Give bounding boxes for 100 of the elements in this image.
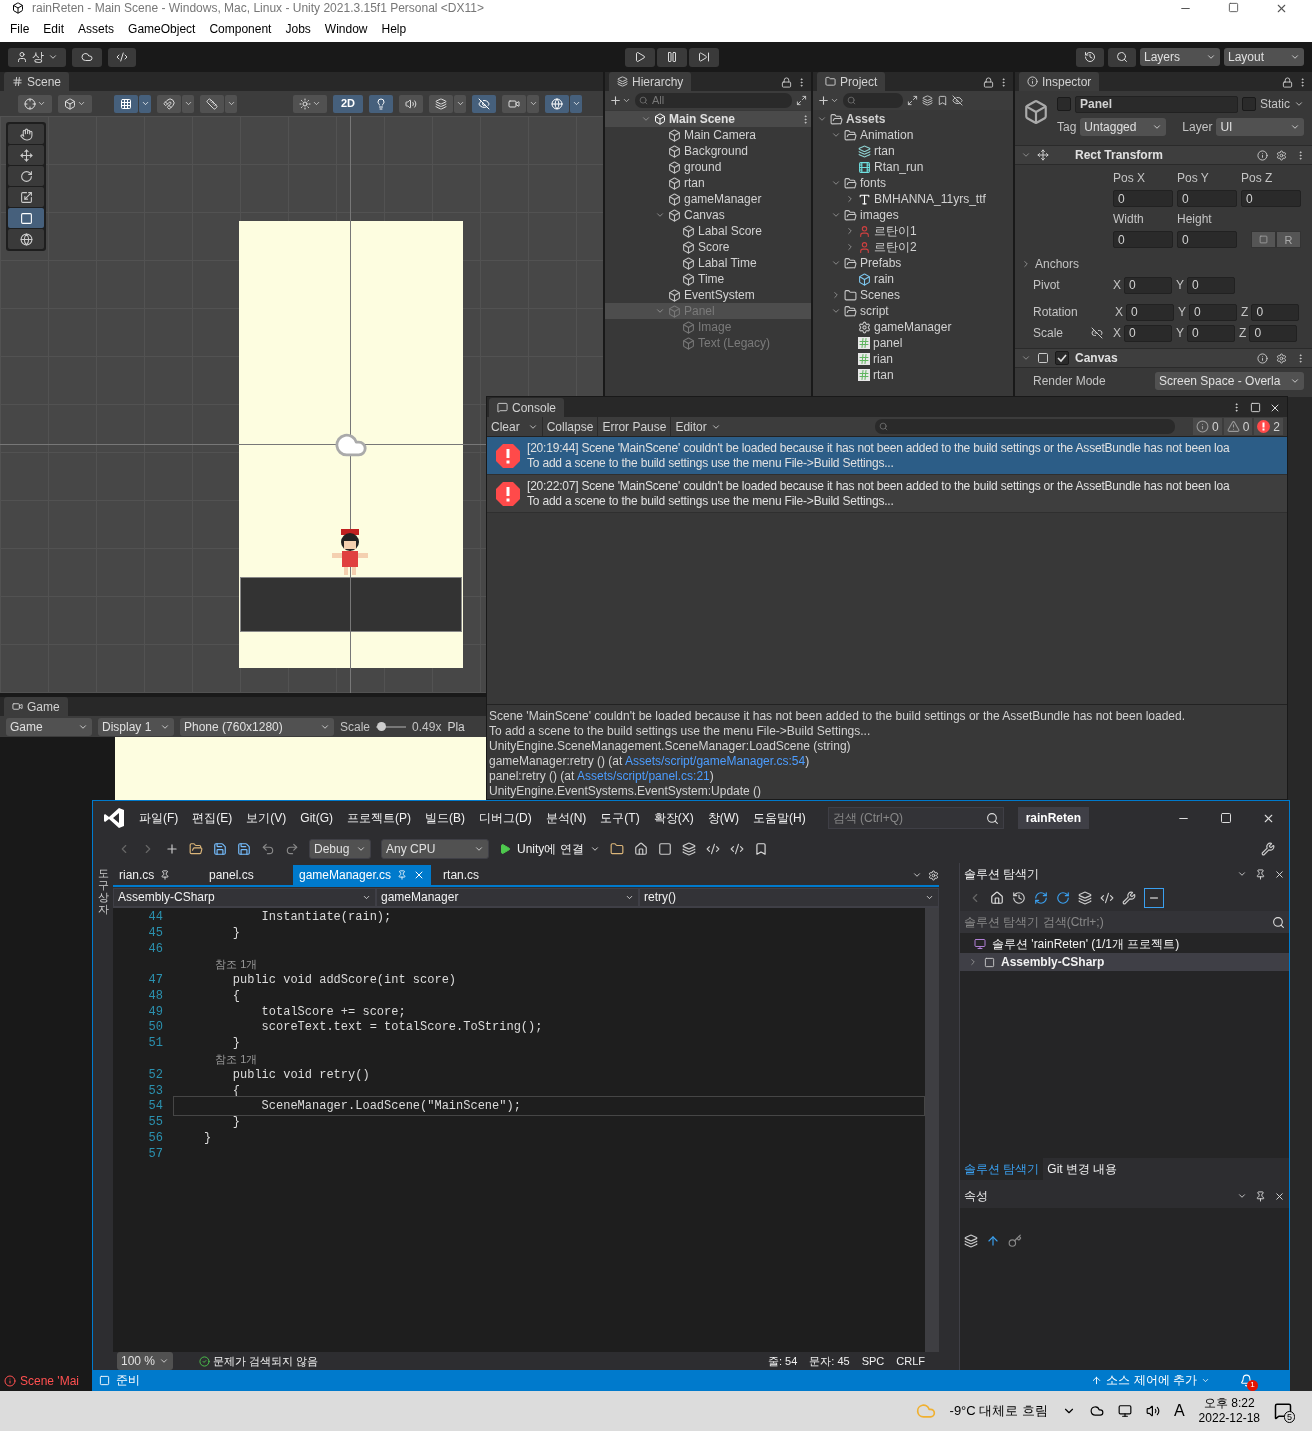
number-field[interactable]: 0 (1113, 231, 1173, 248)
project-item[interactable]: rian (813, 351, 1013, 367)
2d-toggle[interactable]: 2D (333, 94, 363, 113)
scene-tab[interactable]: Scene (4, 72, 70, 91)
toolbox-tab[interactable]: 도구 상자 (97, 867, 109, 916)
component-header[interactable]: Rect Transform (1015, 145, 1312, 165)
project-item[interactable]: panel (813, 335, 1013, 351)
number-field[interactable]: 0 (1251, 303, 1300, 321)
document-tab[interactable]: rian.cs (113, 865, 197, 885)
menu-item[interactable]: Assets (78, 20, 115, 38)
error-pause-button[interactable]: Error Pause (597, 417, 671, 436)
codelens-references[interactable]: 참조 1개 (173, 1050, 258, 1068)
navigation-dropdown[interactable]: retry() (639, 887, 939, 907)
project-item[interactable]: BMHANNA_11yrs_ttf (813, 191, 1013, 207)
clock-time[interactable]: 오후 8:22 (1203, 1396, 1255, 1411)
layer-dropdown[interactable]: UI (1216, 118, 1304, 136)
project-item[interactable]: 르탄이1 (813, 223, 1013, 239)
render-mode-dropdown[interactable]: Screen Space - Overla (1155, 372, 1304, 390)
hierarchy-item[interactable]: Main Camera (605, 127, 811, 143)
project-item[interactable]: rtan (813, 367, 1013, 383)
project-item[interactable]: Scenes (813, 287, 1013, 303)
project-item[interactable]: script (813, 303, 1013, 319)
menu-item[interactable]: 보기(V) (246, 809, 287, 827)
number-field[interactable]: 0 (1187, 324, 1236, 342)
menu-item[interactable]: Component (209, 20, 272, 38)
navigation-dropdown[interactable]: gameManager (376, 887, 639, 907)
component-header[interactable]: Canvas (1015, 348, 1312, 368)
solution-node[interactable]: 솔루션 'rainReten' (1/1개 프로젝트) (960, 935, 1289, 953)
menu-item[interactable]: 파일(F) (139, 809, 179, 827)
project-item[interactable]: Animation (813, 127, 1013, 143)
project-tab[interactable]: Project (817, 72, 886, 91)
menu-item[interactable]: Window (324, 20, 368, 38)
menu-item[interactable]: 창(W) (707, 809, 739, 827)
menu-item[interactable]: Jobs (285, 20, 311, 38)
game-tab[interactable]: Game (4, 697, 68, 716)
console-tab[interactable]: Console (489, 398, 565, 417)
number-field[interactable]: 0 (1241, 190, 1301, 207)
number-field[interactable]: 0 (1187, 276, 1236, 294)
project-item[interactable]: Rtan_run (813, 159, 1013, 175)
source-link[interactable]: Assets/script/panel.cs:21 (577, 769, 710, 783)
project-item[interactable]: gameManager (813, 319, 1013, 335)
tag-dropdown[interactable]: Untagged (1080, 118, 1167, 136)
menu-item[interactable]: Help (381, 20, 407, 38)
number-field[interactable]: 0 (1249, 324, 1298, 342)
layers-dropdown[interactable]: Layers (1140, 48, 1220, 66)
menu-item[interactable]: 분석(N) (545, 809, 587, 827)
document-tab[interactable]: rtan.cs (437, 865, 522, 885)
number-field[interactable]: 0 (1124, 324, 1172, 342)
search-field[interactable]: 검색 (Ctrl+Q) (827, 807, 1004, 829)
project-node[interactable]: Assembly-CSharp (960, 953, 1289, 971)
hierarchy-item[interactable]: Labal Time (605, 255, 811, 271)
menu-item[interactable]: GameObject (128, 20, 196, 38)
hierarchy-item[interactable]: Time (605, 271, 811, 287)
project-item[interactable]: rtan (813, 143, 1013, 159)
info-count-toggle[interactable]: 0 (1192, 418, 1222, 435)
document-tab[interactable]: panel.cs (203, 865, 287, 885)
menu-item[interactable]: 편집(E) (192, 809, 233, 827)
hierarchy-item[interactable]: Score (605, 239, 811, 255)
scene-header[interactable]: Main Scene (605, 111, 811, 127)
number-field[interactable]: 0 (1113, 190, 1173, 207)
menu-item[interactable]: 빌드(B) (425, 809, 465, 827)
inspector-tab[interactable]: Inspector (1019, 72, 1100, 91)
play-focused-dropdown[interactable]: Pla (447, 717, 465, 736)
project-item[interactable]: rain (813, 271, 1013, 287)
menu-item[interactable]: 도구(T) (600, 809, 640, 827)
panel-tab[interactable]: Git 변경 내용 (1043, 1158, 1122, 1180)
issues-status[interactable]: 문제가 검색되지 않음 (199, 1352, 319, 1370)
hierarchy-item[interactable]: rtan (605, 175, 811, 191)
project-item[interactable]: fonts (813, 175, 1013, 191)
hierarchy-item[interactable]: Labal Score (605, 223, 811, 239)
hierarchy-item[interactable]: ground (605, 159, 811, 175)
clear-button[interactable]: Clear (487, 417, 524, 436)
number-field[interactable]: 0 (1177, 190, 1237, 207)
editor-dropdown[interactable]: Editor (670, 417, 725, 436)
menu-item[interactable]: 디버그(D) (479, 809, 532, 827)
input-method-indicator[interactable]: A (1173, 1399, 1185, 1423)
layout-dropdown[interactable]: Layout (1224, 48, 1304, 66)
resolution-dropdown[interactable]: Phone (760x1280) (180, 717, 334, 736)
project-item[interactable]: Assets (813, 111, 1013, 127)
zoom-dropdown[interactable]: 100 % (117, 1352, 173, 1370)
warning-count-toggle[interactable]: 0 (1223, 418, 1253, 435)
name-field[interactable]: Panel (1075, 95, 1238, 113)
hierarchy-item[interactable]: Canvas (605, 207, 811, 223)
display-dropdown[interactable]: Display 1 (98, 717, 174, 736)
error-count-toggle[interactable]: 2 (1254, 418, 1283, 435)
collapse-button[interactable]: Collapse (541, 417, 598, 436)
hierarchy-item[interactable]: Background (605, 143, 811, 159)
panel-tab[interactable]: 솔루션 탐색기 (960, 1158, 1044, 1180)
platform-dropdown[interactable]: Any CPU (381, 839, 489, 859)
document-tab[interactable]: gameManager.cs (293, 865, 432, 885)
navigation-dropdown[interactable]: Assembly-CSharp (113, 887, 376, 907)
menu-item[interactable]: 프로젝트(P) (347, 809, 411, 827)
configuration-dropdown[interactable]: Debug (309, 839, 371, 859)
codelens-references[interactable]: 참조 1개 (173, 956, 258, 973)
project-item[interactable]: images (813, 207, 1013, 223)
number-field[interactable]: 0 (1126, 303, 1174, 321)
hierarchy-tab[interactable]: Hierarchy (609, 72, 692, 91)
number-field[interactable]: 0 (1124, 276, 1172, 294)
account-dropdown[interactable]: 상 (8, 47, 66, 67)
menu-item[interactable]: 확장(X) (653, 809, 694, 827)
